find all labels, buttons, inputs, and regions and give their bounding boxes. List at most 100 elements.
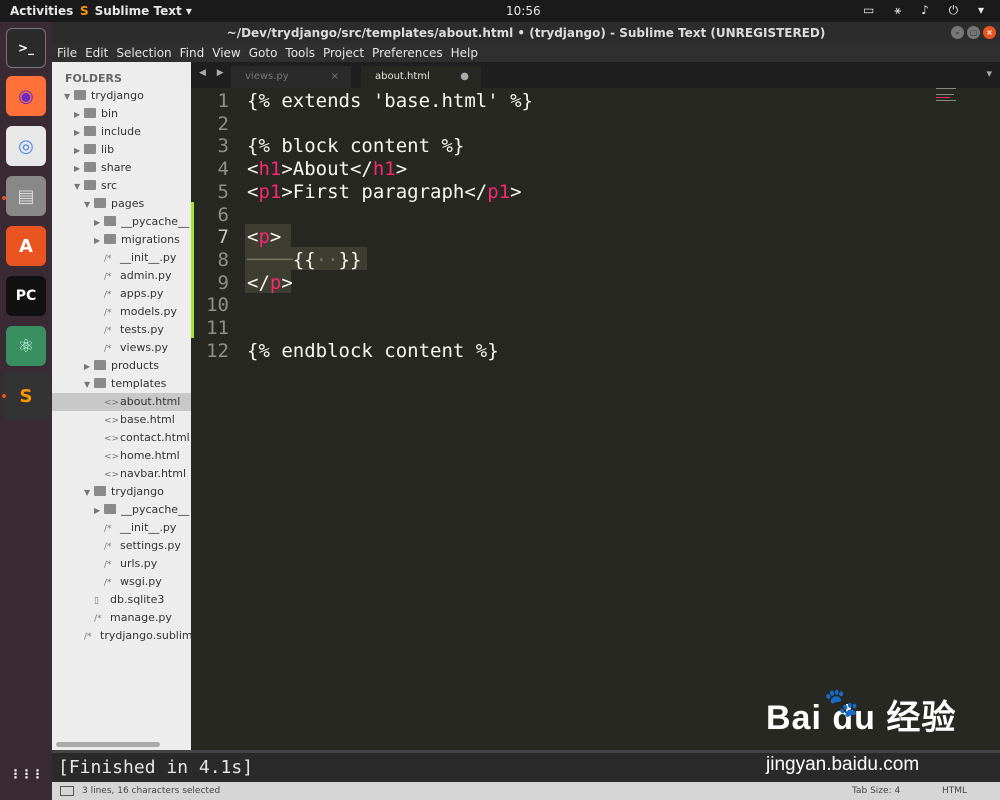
file-item[interactable]: /* views.py xyxy=(52,339,191,357)
paw-icon: 🐾 xyxy=(824,686,859,719)
clock[interactable]: 10:56 xyxy=(506,4,541,18)
file-item[interactable]: /* settings.py xyxy=(52,537,191,555)
folder-icon xyxy=(104,216,116,226)
panel-toggle-icon[interactable] xyxy=(60,786,74,796)
chevron-right-icon[interactable]: ▶ xyxy=(84,358,94,376)
chrome-icon[interactable]: ◎ xyxy=(6,126,46,166)
file-item[interactable]: /* models.py xyxy=(52,303,191,321)
line-number: 11 xyxy=(206,317,229,339)
tab-size-indicator[interactable]: Tab Size: 4 xyxy=(852,782,900,800)
html-file-icon: <> xyxy=(104,416,120,426)
menu-tools[interactable]: Tools xyxy=(285,44,315,62)
chevron-right-icon[interactable]: ▶ xyxy=(74,124,84,142)
code-line[interactable]: {% block content %} xyxy=(247,135,464,157)
folder-item[interactable]: ▼ pages xyxy=(52,195,191,213)
show-apps-icon[interactable]: ⋮⋮⋮ xyxy=(6,754,46,794)
folder-item[interactable]: ▼ trydjango xyxy=(52,483,191,501)
modified-dot-icon[interactable]: ● xyxy=(460,66,469,88)
code-line[interactable]: {% extends 'base.html' %} xyxy=(247,90,533,112)
file-item[interactable]: /* apps.py xyxy=(52,285,191,303)
sublime-icon[interactable]: S xyxy=(2,372,50,420)
folder-icon xyxy=(94,360,106,370)
menu-selection[interactable]: Selection xyxy=(116,44,171,62)
code-line[interactable]: ────{{··}} xyxy=(247,249,361,271)
file-item[interactable]: <>base.html xyxy=(52,411,191,429)
menu-project[interactable]: Project xyxy=(323,44,364,62)
file-item[interactable]: <>contact.html xyxy=(52,429,191,447)
tree-item-label: trydjango xyxy=(91,89,144,102)
syntax-indicator[interactable]: HTML xyxy=(942,782,967,800)
file-item[interactable]: /* tests.py xyxy=(52,321,191,339)
chevron-down-icon[interactable]: ▼ xyxy=(84,196,94,214)
close-tab-icon[interactable]: × xyxy=(331,66,339,88)
folder-item[interactable]: ▶ __pycache__ xyxy=(52,213,191,231)
files-icon[interactable]: ▤ xyxy=(6,176,46,216)
file-item[interactable]: <>about.html xyxy=(52,393,191,411)
file-item[interactable]: <>home.html xyxy=(52,447,191,465)
activities-button[interactable]: Activities xyxy=(10,4,73,18)
atom-icon[interactable]: ⚛ xyxy=(6,326,46,366)
sublime-small-icon: S xyxy=(80,4,89,18)
file-item[interactable]: ▯ db.sqlite3 xyxy=(52,591,191,609)
system-tray[interactable]: ▭ ⚹ ♪ ⏻ ▾ xyxy=(863,3,992,18)
folder-item[interactable]: ▶ products xyxy=(52,357,191,375)
menu-help[interactable]: Help xyxy=(451,44,478,62)
sidebar-scrollbar[interactable] xyxy=(56,742,160,747)
file-item[interactable]: /* trydjango.sublime-project xyxy=(52,627,191,645)
tab-nav-arrows[interactable]: ◀ ▶ xyxy=(199,68,228,78)
folder-item[interactable]: ▼ trydjango xyxy=(52,87,191,105)
file-item[interactable]: /* wsgi.py xyxy=(52,573,191,591)
code-line[interactable]: {% endblock content %} xyxy=(247,340,499,362)
chevron-down-icon[interactable]: ▼ xyxy=(84,484,94,502)
pycharm-icon[interactable]: PC xyxy=(6,276,46,316)
code-editor[interactable]: 1 {% extends 'base.html' %} 2 3 {% block con… xyxy=(191,88,1000,750)
menu-view[interactable]: View xyxy=(212,44,240,62)
chevron-down-icon[interactable]: ▼ xyxy=(74,178,84,196)
folder-item[interactable]: ▼ templates xyxy=(52,375,191,393)
chevron-right-icon[interactable]: ▶ xyxy=(74,160,84,178)
tree-item-label: products xyxy=(111,359,160,372)
menu-edit[interactable]: Edit xyxy=(85,44,108,62)
maximize-button[interactable]: ▢ xyxy=(967,26,980,39)
menu-goto[interactable]: Goto xyxy=(249,44,278,62)
menu-file[interactable]: File xyxy=(57,44,77,62)
folder-item[interactable]: ▶ include xyxy=(52,123,191,141)
folder-item[interactable]: ▶ migrations xyxy=(52,231,191,249)
menu-find[interactable]: Find xyxy=(180,44,205,62)
code-line[interactable]: <h1>About</h1> xyxy=(247,158,407,180)
chevron-right-icon[interactable]: ▶ xyxy=(94,214,104,232)
file-item[interactable]: <>navbar.html xyxy=(52,465,191,483)
code-line[interactable]: <p1>First paragraph</p1> xyxy=(247,181,522,203)
chevron-right-icon[interactable]: ▶ xyxy=(94,502,104,520)
python-file-icon: /* xyxy=(94,614,102,624)
tree-item-label: src xyxy=(101,179,118,192)
software-center-icon[interactable]: A xyxy=(6,226,46,266)
terminal-icon[interactable]: >_ xyxy=(6,28,46,68)
close-button[interactable]: × xyxy=(983,26,996,39)
file-item[interactable]: /* __init__.py xyxy=(52,519,191,537)
menu-preferences[interactable]: Preferences xyxy=(372,44,443,62)
folder-item[interactable]: ▶ __pycache__ xyxy=(52,501,191,519)
folder-item[interactable]: ▼ src xyxy=(52,177,191,195)
folder-item[interactable]: ▶ lib xyxy=(52,141,191,159)
file-item[interactable]: /* admin.py xyxy=(52,267,191,285)
chevron-right-icon[interactable]: ▶ xyxy=(74,106,84,124)
chevron-right-icon[interactable]: ▶ xyxy=(74,142,84,160)
tab-overflow-icon[interactable]: ▾ xyxy=(986,67,992,80)
app-menu[interactable]: S Sublime Text ▾ xyxy=(80,4,192,18)
folder-item[interactable]: ▶ bin xyxy=(52,105,191,123)
chevron-down-icon[interactable]: ▼ xyxy=(84,376,94,394)
code-line[interactable]: <p> xyxy=(247,226,281,248)
chevron-right-icon[interactable]: ▶ xyxy=(94,232,104,250)
minimize-button[interactable]: – xyxy=(951,26,964,39)
tab-about-html[interactable]: about.html ● xyxy=(361,66,481,88)
folder-item[interactable]: ▶ share xyxy=(52,159,191,177)
firefox-icon[interactable]: ◉ xyxy=(6,76,46,116)
file-item[interactable]: /* urls.py xyxy=(52,555,191,573)
file-item[interactable]: /* manage.py xyxy=(52,609,191,627)
minimap[interactable] xyxy=(936,88,958,108)
tab-views-py[interactable]: views.py × xyxy=(231,66,351,88)
code-line[interactable]: </p> xyxy=(247,272,293,294)
chevron-down-icon[interactable]: ▼ xyxy=(64,88,74,106)
file-item[interactable]: /* __init__.py xyxy=(52,249,191,267)
